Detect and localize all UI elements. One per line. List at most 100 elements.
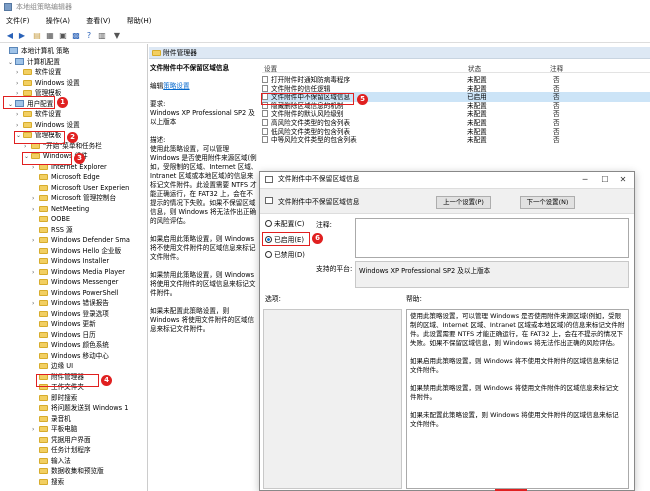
tree-item[interactable]: 凭据用户界面 — [32, 435, 91, 445]
radio-not-configured[interactable]: 未配置(C) — [265, 220, 304, 229]
tree-item[interactable]: OOBE — [32, 214, 70, 224]
back-arrow-icon[interactable]: ◀ — [5, 31, 15, 40]
policy-icon — [265, 197, 273, 204]
filter-icon[interactable]: ▼ — [112, 31, 122, 40]
show-hide-tree-icon[interactable]: ▦ — [45, 31, 55, 40]
collapsed-chevron-icon[interactable]: › — [32, 236, 39, 246]
description-text: 使用此策略设置，可以管理 Windows 是否使用附件来源区域(例如，受限制的区… — [150, 145, 258, 225]
description-disabled: 如果禁用此策略设置，则 Windows 将使用文件附件的区域信息来标记文件附件。 — [150, 271, 256, 297]
tree-item-label: 边缘 UI — [51, 362, 74, 370]
next-setting-button[interactable]: 下一个设置(N) — [520, 196, 575, 209]
comment-textarea[interactable] — [355, 218, 629, 258]
tree-item[interactable]: Windows 颜色系统 — [32, 340, 109, 350]
tree-item-label: 计算机配置 — [27, 57, 60, 66]
tree-item-label: Windows 更新 — [51, 320, 96, 328]
setting-row[interactable]: 中等风险文件类型的包含列表 未配置 否 — [262, 135, 650, 145]
tree-item[interactable]: 搜索 — [32, 477, 64, 487]
help-icon[interactable]: ? — [84, 31, 94, 40]
collapsed-chevron-icon[interactable]: › — [32, 425, 39, 435]
collapsed-chevron-icon[interactable]: › — [16, 68, 23, 78]
tree-item[interactable]: › Microsoft 管理控制台 — [32, 193, 116, 203]
tree-item-label: Windows PowerShell — [51, 288, 119, 297]
menu-view[interactable]: 查看(V) — [86, 17, 110, 25]
folder-icon — [39, 415, 48, 422]
edit-policy-link[interactable]: 策略设置 — [163, 82, 189, 90]
up-folder-icon[interactable]: ▤ — [32, 31, 42, 40]
folder-icon — [39, 457, 48, 464]
menu-action[interactable]: 操作(A) — [46, 17, 70, 25]
folder-icon — [39, 247, 48, 254]
description-enabled: 如果启用此策略设置，则 Windows 将不使用文件附件的区域信息来标记文件附件… — [150, 235, 256, 261]
radio-not-configured-dot — [265, 220, 272, 227]
folder-icon — [23, 111, 32, 117]
tree-item[interactable]: 边缘 UI — [32, 361, 73, 371]
folder-icon — [39, 216, 48, 222]
tree-item[interactable]: 录音机 — [32, 414, 71, 424]
requirements-label: 要求: — [150, 100, 166, 108]
properties-icon[interactable]: ▩ — [71, 31, 81, 40]
tree-item[interactable]: 即时搜索 — [32, 393, 77, 403]
tree-item[interactable]: › Windows 设置 — [16, 78, 80, 88]
tree-item-label: NetMeeting — [51, 204, 90, 213]
tree-item[interactable]: Windows Installer — [32, 256, 109, 266]
collapsed-chevron-icon[interactable]: › — [32, 299, 39, 309]
tree-item-label: Windows Defender Sma — [51, 236, 130, 244]
step-badge-5: 5 — [357, 94, 368, 105]
tree-item[interactable]: 数据收集和预览版 — [32, 466, 104, 476]
collapsed-chevron-icon[interactable]: › — [16, 79, 23, 89]
tree-item[interactable]: Windows Hello 企业版 — [32, 246, 121, 256]
window-title: 本地组策略编辑器 — [16, 3, 72, 11]
tree-item[interactable]: Windows 更新 — [32, 319, 96, 329]
tree-item[interactable]: 将问题发送到 Windows 1 — [32, 403, 128, 413]
view-icon[interactable]: ▥ — [97, 31, 107, 40]
collapsed-chevron-icon[interactable]: › — [32, 194, 39, 204]
folder-icon — [39, 279, 48, 285]
tree-item[interactable]: 输入法 — [32, 456, 71, 466]
previous-setting-button[interactable]: 上一个设置(P) — [436, 196, 491, 209]
minimize-icon[interactable]: ─ — [576, 172, 594, 187]
tree-item[interactable]: 任务计划程序 — [32, 445, 91, 455]
dialog-title: 文件附件中不保留区域信息 — [278, 175, 360, 183]
collapsed-chevron-icon[interactable]: › — [16, 121, 23, 131]
policy-setting-icon — [262, 84, 268, 92]
tree-item[interactable]: ⌄ 计算机配置 — [8, 57, 60, 67]
folder-icon — [39, 352, 48, 359]
tree-item[interactable]: Windows PowerShell — [32, 288, 119, 298]
folder-icon — [39, 184, 48, 191]
maximize-icon[interactable]: ☐ — [596, 172, 614, 187]
tree-item[interactable]: Windows 登录选项 — [32, 309, 109, 319]
tree-item[interactable]: › Windows Media Player — [32, 267, 125, 277]
tree-item[interactable]: Microsoft Edge — [32, 172, 100, 182]
policy-title: 文件附件中不保留区域信息 — [150, 64, 230, 72]
tree-item-label: Windows 设置 — [35, 120, 80, 129]
tree-item[interactable]: › 软件设置 — [16, 109, 61, 119]
tree-item[interactable]: Windows 移动中心 — [32, 351, 109, 361]
menu-help[interactable]: 帮助(H) — [127, 17, 152, 25]
tree-item[interactable]: › Windows 错误报告 — [32, 298, 109, 308]
collapsed-chevron-icon[interactable]: › — [32, 268, 39, 278]
highlight-box — [22, 152, 72, 165]
collapsed-chevron-icon[interactable]: › — [32, 205, 39, 215]
tree-item[interactable]: Windows Messenger — [32, 277, 118, 287]
radio-disabled[interactable]: 已禁用(D) — [265, 251, 305, 260]
tree-item[interactable]: RSS 源 — [32, 225, 73, 235]
tree-item[interactable]: › Windows Defender Sma — [32, 235, 130, 245]
tree-item[interactable]: Windows 日历 — [32, 330, 96, 340]
export-list-icon[interactable]: ▣ — [58, 31, 68, 40]
menu-file[interactable]: 文件(F) — [6, 17, 30, 25]
description-notconfigured: 如果未配置此策略设置，则 Windows 将使用文件附件的区域信息来标记文件附件… — [150, 307, 255, 333]
tree-item[interactable]: › 平板电脑 — [32, 424, 77, 434]
tree-item[interactable]: › Windows 设置 — [16, 120, 80, 130]
help-label: 帮助: — [406, 295, 422, 303]
tree-item-label: Windows 设置 — [35, 78, 80, 87]
forward-arrow-icon[interactable]: ▶ — [17, 31, 27, 40]
collapsed-chevron-icon[interactable]: › — [16, 110, 23, 120]
tree-item[interactable]: Microsoft User Experien — [32, 183, 129, 193]
tree-item[interactable]: › 软件设置 — [16, 67, 61, 77]
details-header-title: 附件管理器 — [163, 49, 197, 57]
tree-item[interactable]: 本地计算机 策略 — [2, 46, 69, 56]
close-icon[interactable]: ✕ — [614, 172, 632, 187]
tree-item-label: Windows 登录选项 — [51, 309, 109, 318]
expanded-chevron-icon[interactable]: ⌄ — [8, 58, 15, 68]
tree-item[interactable]: › NetMeeting — [32, 204, 89, 214]
